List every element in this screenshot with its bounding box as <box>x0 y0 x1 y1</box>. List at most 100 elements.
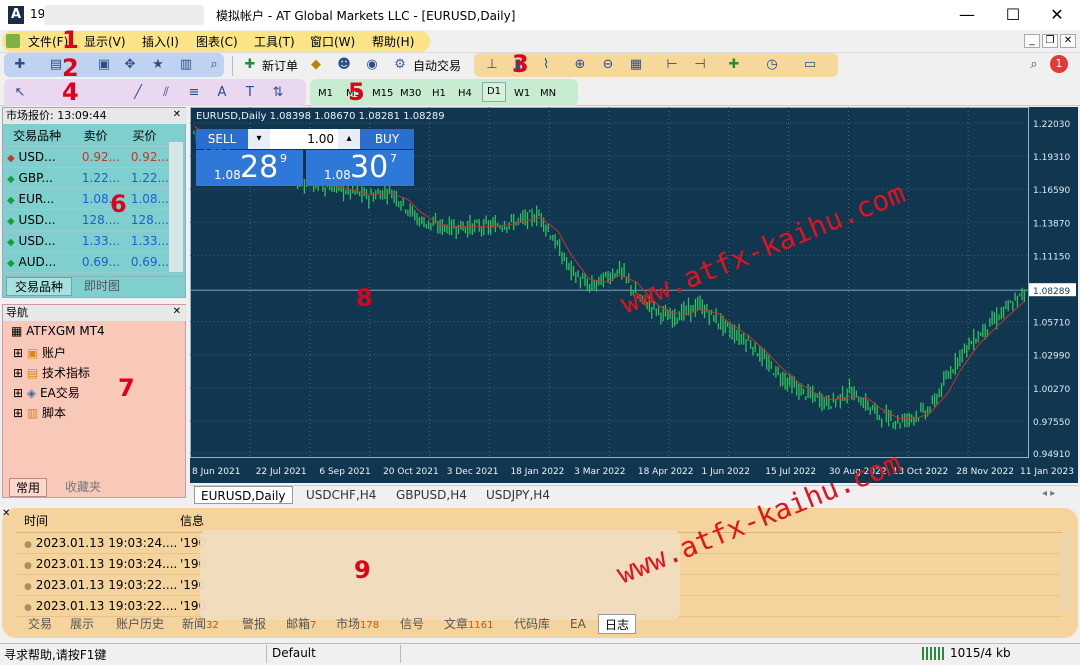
chart-tab-usdchf[interactable]: USDCHF,H4 <box>300 486 382 504</box>
tab-symbols[interactable]: 交易品种 <box>6 277 72 296</box>
tab-tick-chart[interactable]: 即时图 <box>74 277 130 296</box>
col-bid[interactable]: 卖价 <box>71 126 121 147</box>
tf-d1[interactable]: D1 <box>482 82 506 102</box>
lot-increase-button[interactable]: ▴ <box>338 129 360 149</box>
buy-price-button[interactable]: 1.08 30 7 <box>306 150 414 186</box>
signal-icon[interactable]: ◉ <box>362 55 382 75</box>
label-icon[interactable]: T <box>240 83 260 103</box>
table-row[interactable]: ◆ GBP... 1.22... 1.22... <box>3 167 169 189</box>
channel-icon[interactable]: ⫽ <box>156 83 176 103</box>
chart-tab-usdjpy[interactable]: USDJPY,H4 <box>480 486 556 504</box>
chart-tab-eurusd[interactable]: EURUSD,Daily <box>194 486 293 504</box>
zoom-in-icon[interactable]: ⊕ <box>570 55 590 75</box>
nav-item-accounts[interactable]: ⊞ ▣ 账户 <box>13 344 66 361</box>
maximize-icon[interactable]: ☐ <box>990 0 1036 30</box>
notification-badge[interactable]: 1 <box>1050 55 1068 73</box>
minimize-icon[interactable]: — <box>944 0 990 30</box>
auto-scroll-icon[interactable]: ⊢ <box>662 55 682 75</box>
scrollbar[interactable] <box>169 142 183 272</box>
menu-view[interactable]: 显示(V) <box>84 33 126 50</box>
menu-chart[interactable]: 图表(C) <box>196 33 238 50</box>
terminal-tab[interactable]: 日志 <box>598 614 637 634</box>
bar-chart-icon[interactable]: ⊥ <box>482 55 502 75</box>
menu-insert[interactable]: 插入(I) <box>142 33 179 50</box>
buy-button[interactable]: BUY <box>360 129 414 149</box>
terminal-tab[interactable]: 文章1161 <box>444 614 493 634</box>
cursor-icon[interactable]: ↖ <box>10 83 30 103</box>
terminal-tab[interactable]: EA <box>570 614 586 634</box>
nav-item-experts[interactable]: ⊞ ◈ EA交易 <box>13 384 80 401</box>
tab-favorites[interactable]: 收藏夹 <box>55 478 111 497</box>
chart-shift-icon[interactable]: ⊣ <box>690 55 710 75</box>
zoom-out-icon[interactable]: ⊖ <box>598 55 618 75</box>
close-icon[interactable]: ✕ <box>2 508 10 519</box>
tf-mn[interactable]: MN <box>540 88 556 99</box>
terminal-tab[interactable]: 新闻32 <box>182 614 219 634</box>
terminal-tab[interactable]: 代码库 <box>514 614 550 634</box>
text-icon[interactable]: A <box>212 83 232 103</box>
terminal-tab[interactable]: 信号 <box>400 614 424 634</box>
line-chart-icon[interactable]: ⌇ <box>536 55 556 75</box>
templates-icon[interactable]: ▭ <box>800 55 820 75</box>
terminal-tab[interactable]: 账户历史 <box>116 614 164 634</box>
auto-trade-button[interactable]: 自动交易 <box>413 57 461 74</box>
fibo-icon[interactable]: ≡ <box>184 83 204 103</box>
tf-m1[interactable]: M1 <box>318 88 333 99</box>
arrows-icon[interactable]: ⇅ <box>268 83 288 103</box>
close-icon[interactable]: ✕ <box>173 109 181 120</box>
periods-icon[interactable]: ◷ <box>762 55 782 75</box>
nav-item-scripts[interactable]: ⊞ ▥ 脚本 <box>13 404 66 421</box>
terminal-tab[interactable]: 警报 <box>242 614 266 634</box>
terminal-tab[interactable]: 邮箱7 <box>286 614 316 634</box>
tf-h1[interactable]: H1 <box>432 88 446 99</box>
mdi-minimize-icon[interactable]: _ <box>1024 34 1040 48</box>
tester-icon[interactable]: ⌕ <box>204 55 224 75</box>
mdi-restore-icon[interactable]: ❐ <box>1042 34 1058 48</box>
data-window-icon[interactable]: ✥ <box>120 55 140 75</box>
scroll-arrows-icon[interactable]: ◂ ▸ <box>1042 488 1055 499</box>
col-symbol[interactable]: 交易品种 <box>3 126 72 147</box>
new-order-icon[interactable]: ✚ <box>240 55 260 75</box>
terminal-tab[interactable]: 交易 <box>28 614 52 634</box>
tf-h4[interactable]: H4 <box>458 88 472 99</box>
navigator-icon[interactable]: ★ <box>148 55 168 75</box>
tf-m30[interactable]: M30 <box>400 88 421 99</box>
terminal-tab[interactable]: 市场178 <box>336 614 379 634</box>
scrollbar[interactable] <box>1060 534 1072 610</box>
col-ask[interactable]: 买价 <box>120 126 169 147</box>
menu-help[interactable]: 帮助(H) <box>372 33 414 50</box>
new-order-button[interactable]: 新订单 <box>262 57 298 74</box>
trendline-icon[interactable]: ╱ <box>128 83 148 103</box>
sell-button[interactable]: SELL <box>196 129 248 149</box>
lot-input[interactable]: 1.00 <box>270 129 338 149</box>
table-row[interactable]: ◆ AUD... 0.69... 0.69... <box>3 251 169 273</box>
lot-decrease-button[interactable]: ▾ <box>248 129 270 149</box>
table-row[interactable]: ◆ USD... 1.33... 1.33... <box>3 230 169 252</box>
col-info[interactable]: 信息 <box>180 510 1062 533</box>
mdi-close-icon[interactable]: ✕ <box>1060 34 1076 48</box>
indicators-icon[interactable]: ✚ <box>724 55 744 75</box>
terminal-tab[interactable]: 展示 <box>70 614 94 634</box>
auto-trade-icon[interactable]: ⚙ <box>390 55 410 75</box>
metaeditor-icon[interactable]: ◆ <box>306 55 326 75</box>
col-time[interactable]: 时间 <box>16 510 180 533</box>
sell-price-button[interactable]: 1.08 28 9 <box>196 150 303 186</box>
table-row[interactable]: ◆ USD... 0.92... 0.92... <box>3 146 169 168</box>
tf-w1[interactable]: W1 <box>514 88 530 99</box>
menu-tools[interactable]: 工具(T) <box>254 33 295 50</box>
navigator-root[interactable]: ▦ ATFXGM MT4 <box>11 324 105 338</box>
chart-tab-gbpusd[interactable]: GBPUSD,H4 <box>390 486 473 504</box>
menu-window[interactable]: 窗口(W) <box>310 33 355 50</box>
table-row[interactable]: ◆ EUR... 1.08... 1.08... <box>3 188 169 210</box>
table-row[interactable]: ◆ USD... 128.... 128.... <box>3 209 169 231</box>
market-watch-icon[interactable]: ▣ <box>94 55 114 75</box>
close-icon[interactable]: ✕ <box>1034 0 1080 30</box>
close-icon[interactable]: ✕ <box>173 306 181 317</box>
tf-m15[interactable]: M15 <box>372 88 393 99</box>
new-chart-icon[interactable]: ✚ <box>10 55 30 75</box>
search-icon[interactable]: ⌕ <box>1024 55 1044 75</box>
nav-item-indicators[interactable]: ⊞ ▤ 技术指标 <box>13 364 90 381</box>
tab-common[interactable]: 常用 <box>9 478 47 497</box>
terminal-icon[interactable]: ▥ <box>176 55 196 75</box>
tile-windows-icon[interactable]: ▦ <box>626 55 646 75</box>
